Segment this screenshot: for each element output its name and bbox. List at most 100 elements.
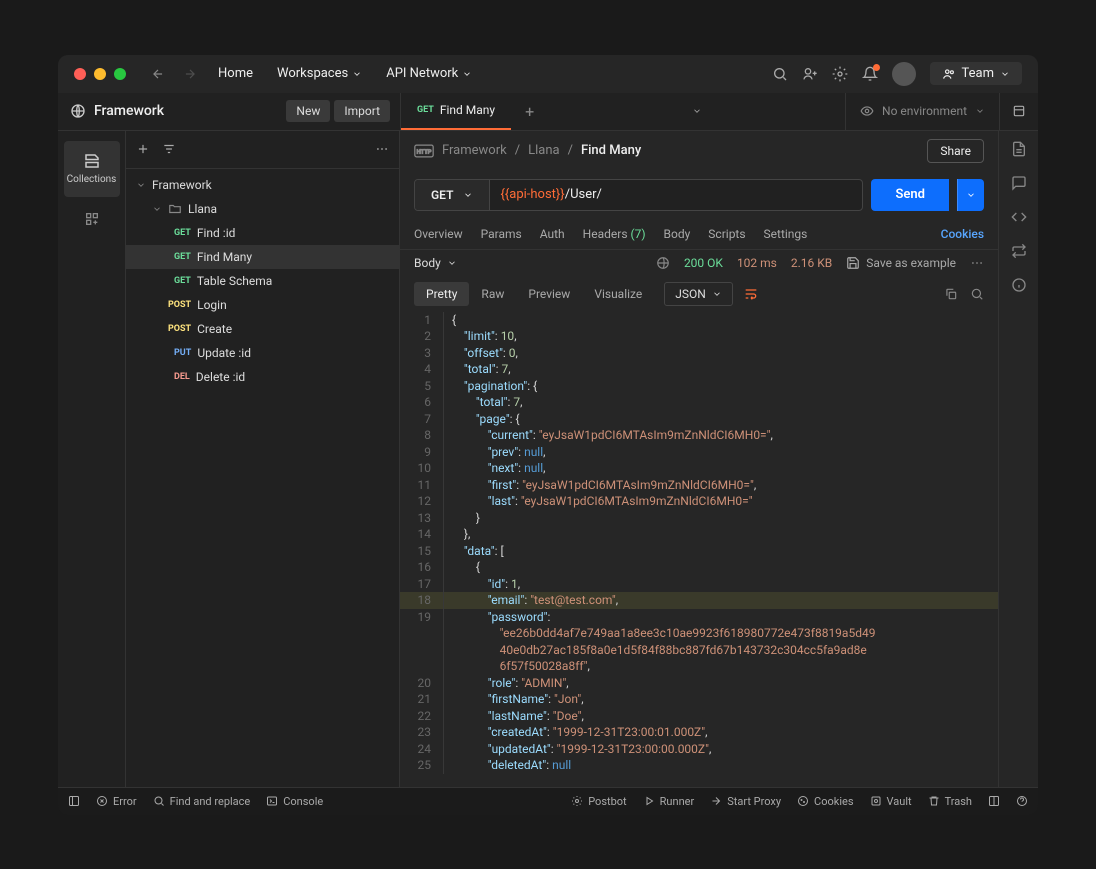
- tab-overview[interactable]: Overview: [414, 219, 463, 249]
- method-badge: POST: [168, 300, 191, 310]
- comments-icon[interactable]: [1011, 175, 1027, 191]
- view-raw[interactable]: Raw: [469, 282, 516, 306]
- workspace-bar: Framework New Import GET Find Many + No …: [58, 93, 1038, 131]
- tree-request-update[interactable]: PUT Update :id: [126, 341, 399, 365]
- footer-proxy[interactable]: Start Proxy: [710, 795, 781, 808]
- network-icon[interactable]: [656, 256, 670, 270]
- tree-collection[interactable]: Framework: [126, 173, 399, 197]
- view-preview[interactable]: Preview: [516, 282, 582, 306]
- tab-settings[interactable]: Settings: [764, 219, 808, 249]
- breadcrumb-current: Find Many: [581, 143, 641, 158]
- tree-folder[interactable]: Llana: [126, 197, 399, 221]
- breadcrumb-framework[interactable]: Framework: [442, 143, 507, 158]
- tree-request-delete[interactable]: DEL Delete :id: [126, 365, 399, 389]
- search-icon[interactable]: [772, 66, 788, 82]
- code-icon[interactable]: [1011, 209, 1027, 225]
- related-icon[interactable]: [1011, 243, 1027, 259]
- footer-trash[interactable]: Trash: [928, 795, 972, 808]
- collections-icon: [83, 152, 101, 170]
- tree-request-table-schema[interactable]: GET Table Schema: [126, 269, 399, 293]
- view-visualize[interactable]: Visualize: [582, 282, 654, 306]
- footer-error[interactable]: Error: [96, 795, 137, 808]
- method-badge: GET: [174, 228, 191, 238]
- env-quick-look-icon[interactable]: [999, 93, 1038, 130]
- titlebar: Home Workspaces API Network: [58, 55, 1038, 93]
- user-avatar[interactable]: [892, 62, 916, 86]
- method-badge: GET: [174, 252, 191, 262]
- request-name: Update :id: [197, 346, 251, 360]
- send-dropdown[interactable]: [957, 179, 984, 211]
- info-icon[interactable]: [1011, 277, 1027, 293]
- tab-headers[interactable]: Headers (7): [583, 219, 646, 249]
- method-badge: PUT: [174, 348, 191, 358]
- request-tab[interactable]: GET Find Many: [401, 93, 511, 130]
- workspace-name[interactable]: Framework: [58, 103, 286, 119]
- minimize-window-button[interactable]: [94, 68, 106, 80]
- footer-runner[interactable]: Runner: [643, 795, 695, 808]
- response-body-dropdown[interactable]: Body: [414, 256, 457, 270]
- breadcrumb-llana[interactable]: Llana: [528, 143, 559, 158]
- tab-params[interactable]: Params: [481, 219, 522, 249]
- format-label: JSON: [675, 287, 706, 301]
- collections-nav[interactable]: Collections: [64, 141, 120, 197]
- tab-auth[interactable]: Auth: [540, 219, 565, 249]
- add-icon[interactable]: [136, 142, 150, 156]
- wrap-icon[interactable]: [743, 286, 759, 302]
- cookies-link[interactable]: Cookies: [941, 219, 984, 249]
- save-example-button[interactable]: Save as example: [846, 256, 956, 270]
- more-icon[interactable]: [970, 256, 984, 270]
- new-button[interactable]: New: [286, 100, 330, 122]
- workspace-label: Framework: [94, 103, 164, 119]
- import-button[interactable]: Import: [334, 100, 390, 122]
- view-pretty[interactable]: Pretty: [414, 282, 469, 306]
- close-window-button[interactable]: [74, 68, 86, 80]
- add-element-icon[interactable]: [84, 211, 100, 227]
- forward-button[interactable]: [178, 67, 202, 81]
- tree-request-find-many[interactable]: GET Find Many: [126, 245, 399, 269]
- footer-cookies[interactable]: Cookies: [797, 795, 853, 808]
- url-input[interactable]: {{api-host}}/User/: [490, 180, 862, 210]
- response-body-code[interactable]: 1{2 "limit": 10,3 "offset": 0,4 "total":…: [400, 312, 998, 787]
- docs-icon[interactable]: [1011, 141, 1027, 157]
- notifications-icon[interactable]: [862, 66, 878, 82]
- send-button[interactable]: Send: [871, 179, 949, 211]
- home-link[interactable]: Home: [210, 62, 261, 85]
- footer-vault[interactable]: Vault: [870, 795, 912, 808]
- team-dropdown[interactable]: Team: [930, 62, 1023, 85]
- tree-request-find-id[interactable]: GET Find :id: [126, 221, 399, 245]
- settings-icon[interactable]: [832, 66, 848, 82]
- footer-two-pane-icon[interactable]: [988, 795, 1000, 808]
- footer-sidebar-toggle[interactable]: [68, 795, 80, 807]
- footer-find[interactable]: Find and replace: [153, 795, 251, 808]
- window-controls: [74, 68, 126, 80]
- invite-icon[interactable]: [802, 66, 818, 82]
- footer-console[interactable]: Console: [266, 795, 323, 808]
- format-selector[interactable]: JSON: [664, 282, 733, 306]
- filter-icon[interactable]: [162, 142, 176, 156]
- add-tab-button[interactable]: +: [511, 102, 548, 121]
- search-response-icon[interactable]: [970, 287, 984, 301]
- maximize-window-button[interactable]: [114, 68, 126, 80]
- tab-chevron-icon[interactable]: [680, 106, 714, 116]
- sidebar: Framework Llana GET Find :id GET Find Ma…: [126, 131, 400, 787]
- copy-icon[interactable]: [944, 287, 958, 301]
- share-button[interactable]: Share: [927, 139, 984, 163]
- response-size: 2.16 KB: [791, 256, 832, 270]
- environment-selector[interactable]: No environment: [845, 93, 999, 130]
- back-button[interactable]: [146, 67, 170, 81]
- footer-help-icon[interactable]: [1016, 795, 1028, 808]
- collection-tree: Framework Llana GET Find :id GET Find Ma…: [126, 169, 399, 787]
- tree-request-login[interactable]: POST Login: [126, 293, 399, 317]
- tab-body[interactable]: Body: [664, 219, 691, 249]
- workspaces-dropdown[interactable]: Workspaces: [269, 62, 370, 85]
- proxy-label: Start Proxy: [727, 795, 781, 808]
- api-network-dropdown[interactable]: API Network: [378, 62, 480, 85]
- tree-request-create[interactable]: POST Create: [126, 317, 399, 341]
- globe-icon: [70, 103, 86, 119]
- console-label: Console: [283, 795, 323, 808]
- chevron-down-icon: [463, 190, 473, 200]
- footer-postbot[interactable]: Postbot: [571, 795, 626, 808]
- method-selector[interactable]: GET: [415, 180, 490, 210]
- tab-scripts[interactable]: Scripts: [708, 219, 745, 249]
- more-icon[interactable]: [375, 142, 389, 156]
